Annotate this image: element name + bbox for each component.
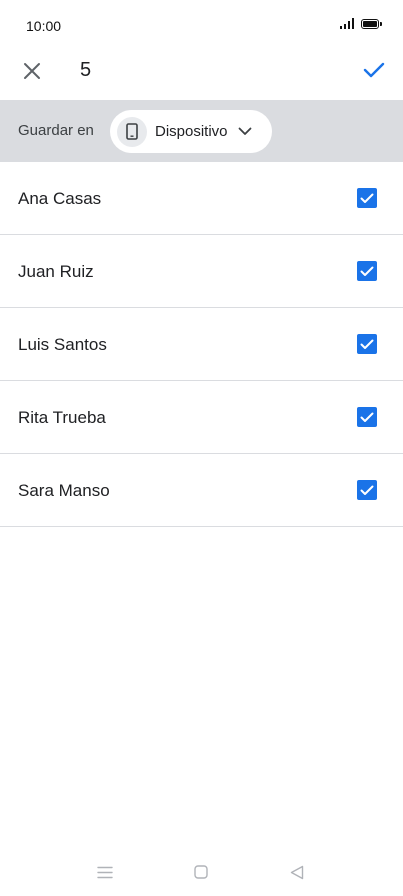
list-item[interactable]: Ana Casas — [0, 162, 403, 235]
phone-icon — [126, 123, 138, 140]
checkbox-checked[interactable] — [357, 334, 377, 354]
checkbox-checked[interactable] — [357, 407, 377, 427]
confirm-button[interactable] — [357, 53, 391, 87]
check-icon — [360, 339, 374, 349]
contact-name: Ana Casas — [18, 189, 102, 208]
close-icon — [24, 63, 40, 79]
close-button[interactable] — [16, 55, 48, 87]
check-icon — [363, 62, 385, 78]
save-location-label: Guardar en — [18, 122, 94, 139]
home-button[interactable] — [191, 862, 211, 882]
check-icon — [360, 485, 374, 495]
list-item[interactable]: Juan Ruiz — [0, 235, 403, 308]
phone-icon-container — [117, 116, 147, 147]
signal-icon — [340, 18, 354, 29]
status-time: 10:00 — [26, 18, 62, 34]
home-icon — [194, 865, 208, 879]
status-bar: 10:00 — [0, 0, 403, 50]
back-icon — [290, 865, 304, 879]
menu-button[interactable] — [95, 862, 115, 882]
status-icons — [340, 18, 382, 29]
save-location-dropdown[interactable]: Dispositivo — [110, 110, 272, 153]
list-item[interactable]: Luis Santos — [0, 308, 403, 381]
check-icon — [360, 193, 374, 203]
check-icon — [360, 266, 374, 276]
selected-count: 5 — [80, 59, 92, 81]
list-item[interactable]: Sara Manso — [0, 454, 403, 527]
navigation-bar — [0, 848, 403, 896]
checkbox-checked[interactable] — [357, 188, 377, 208]
checkbox-checked[interactable] — [357, 480, 377, 500]
contact-name: Sara Manso — [18, 481, 110, 500]
battery-icon — [361, 18, 382, 29]
checkbox-checked[interactable] — [357, 261, 377, 281]
contact-name: Rita Trueba — [18, 408, 106, 427]
back-button[interactable] — [287, 862, 307, 882]
check-icon — [360, 412, 374, 422]
contact-name: Juan Ruiz — [18, 262, 94, 281]
save-location-bar: Guardar en Dispositivo — [0, 100, 403, 162]
save-location-value: Dispositivo — [155, 123, 228, 140]
contact-name: Luis Santos — [18, 335, 107, 354]
menu-icon — [97, 866, 113, 878]
chevron-down-icon — [238, 127, 252, 136]
selection-toolbar: 5 — [0, 50, 403, 100]
list-item[interactable]: Rita Trueba — [0, 381, 403, 454]
contact-list: Ana Casas Juan Ruiz Luis Santos Rita Tru… — [0, 162, 403, 527]
